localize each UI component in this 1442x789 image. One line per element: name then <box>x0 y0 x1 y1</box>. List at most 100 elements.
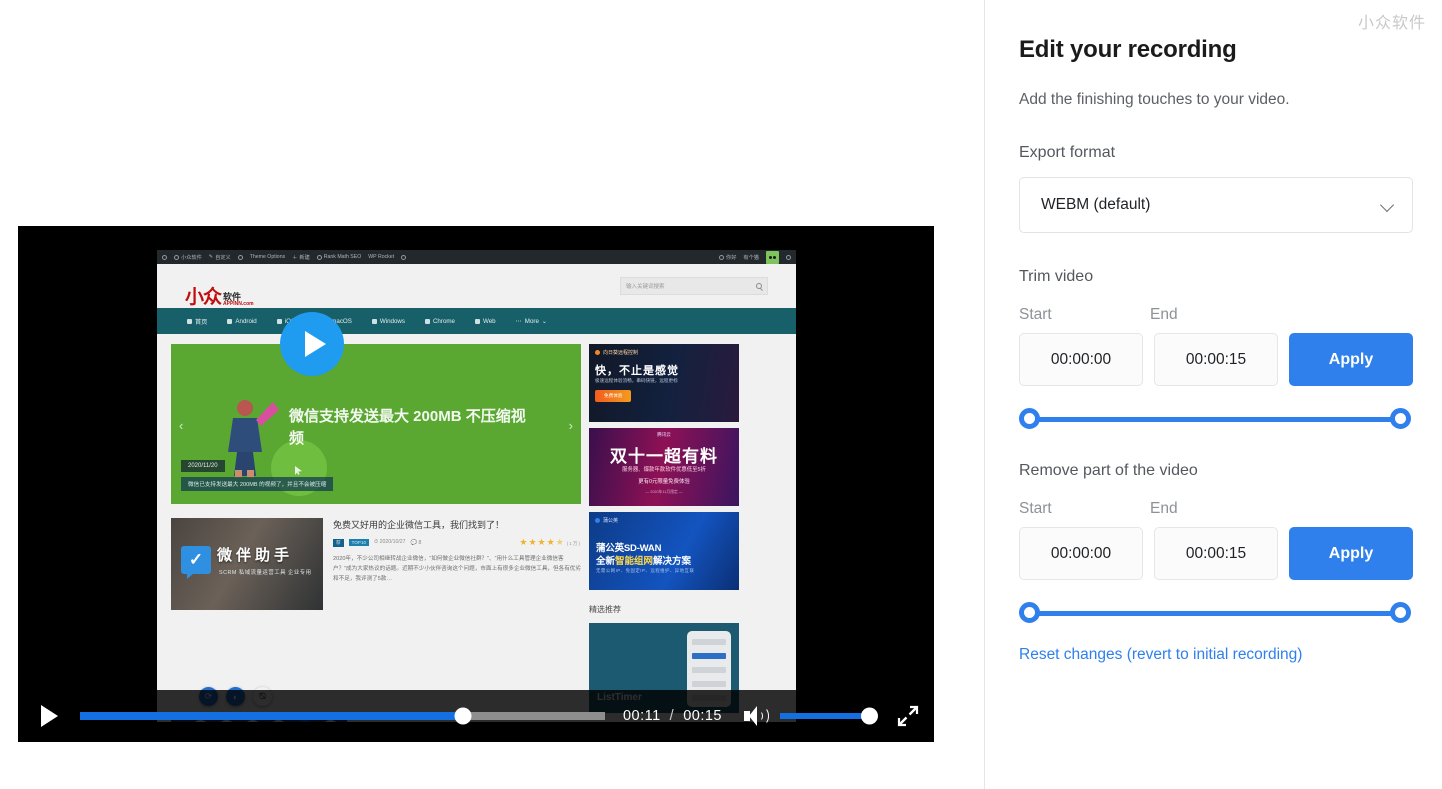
remove-end-input[interactable]: 00:00:15 <box>1154 527 1278 580</box>
volume-handle[interactable] <box>861 707 878 725</box>
trim-end-label: End <box>1150 306 1178 323</box>
trim-apply-button[interactable]: Apply <box>1289 333 1413 386</box>
export-format-select[interactable]: WEBM (default) <box>1019 177 1413 233</box>
nav-item-chrome[interactable]: Chrome <box>424 318 455 325</box>
trim-video-label: Trim video <box>1019 268 1094 285</box>
admin-search-icon <box>786 254 791 260</box>
remove-range-slider[interactable] <box>1019 602 1411 624</box>
edit-recording-panel: 小众软件 Edit your recording Add the finishi… <box>985 0 1442 789</box>
nav-item-web[interactable]: Web <box>474 318 496 325</box>
fullscreen-glyph <box>897 705 919 727</box>
thumb-subtitle: SCRM 私域流量运营工具 企业专用 <box>219 570 312 576</box>
ad-line-2: 更有0元限量免费体验 <box>638 479 690 485</box>
play-icon <box>305 331 326 357</box>
article-excerpt: 2020年，不少公司相继转战企业微信，“如何做企业微信社群？”、“用什么工具管理… <box>333 556 581 582</box>
page-title: Edit your recording <box>1019 36 1237 63</box>
trim-field-headers: Start End <box>1019 306 1442 324</box>
carousel-prev-icon[interactable]: ‹ <box>179 418 183 433</box>
site-body: 微信支持发送最大 200MB 不压缩视频 2020/11/20 微信已支持发送最… <box>157 334 796 713</box>
fullscreen-icon[interactable] <box>896 704 920 728</box>
hero-date-badge: 2020/11/20 <box>181 460 225 472</box>
export-format-label: Export format <box>1019 144 1116 161</box>
trim-range-end-handle[interactable] <box>1390 408 1411 429</box>
reset-changes-link[interactable]: Reset changes (revert to initial recordi… <box>1019 646 1302 664</box>
admin-wp-rocket: WP Rocket <box>368 254 395 260</box>
star-rating: ★★★★★ (1万) <box>519 537 581 547</box>
ad-banner-tencent[interactable]: 腾讯云 双十一超有料 服务器、爆款年款软件优惠低至5折 更有0元限量免费体验 —… <box>589 428 739 506</box>
volume-slider[interactable] <box>780 707 878 725</box>
nav-item-more[interactable]: ⋯ More ⌄ <box>516 318 547 325</box>
remove-range-start-handle[interactable] <box>1019 602 1040 623</box>
ad-headline-1: 蒲公英SD-WAN <box>596 543 662 554</box>
ad-banner-pgyvpn[interactable]: 蒲公英 蒲公英SD-WAN 全新智能组网解决方案 无需公网IP、免固定IP、远程… <box>589 512 739 590</box>
ad-headline: 双十一超有料 <box>610 447 718 466</box>
ad-cta-button[interactable]: 免费体验 <box>595 390 632 402</box>
play-pause-button[interactable] <box>32 699 66 733</box>
hero-caption: 微信已支持发送最大 200MB 的视频了，并且不会被压缩 <box>181 477 334 491</box>
remove-part-label: Remove part of the video <box>1019 462 1198 479</box>
check-icon: ✓ <box>181 546 211 579</box>
carousel-next-icon[interactable]: › <box>569 418 573 433</box>
nav-item-windows[interactable]: Windows <box>371 318 405 325</box>
ad-banner-sunlogin[interactable]: 向日葵远程控制 快，不止是感觉 极速远程体验流畅，串码快链，远程更标 免费体验 <box>589 344 739 422</box>
site-search-input[interactable]: 输入关键词搜索 <box>620 277 768 295</box>
avatar <box>766 250 779 264</box>
ad-headline: 快，不止是感觉 <box>595 365 679 377</box>
trim-start-input[interactable]: 00:00:00 <box>1019 333 1143 386</box>
admin-comments-icon <box>237 254 243 260</box>
admin-rank-math: Rank Math SEO <box>316 254 361 260</box>
featured-heading: 精选推荐 <box>589 605 621 614</box>
ad-headline-2: 全新智能组网解决方案 <box>596 556 692 567</box>
play-icon <box>40 705 58 727</box>
nav-item-home[interactable]: 首页 <box>187 317 207 326</box>
article-thumbnail: ✓ 微伴助手 SCRM 私域流量运营工具 企业专用 <box>171 518 323 610</box>
remove-start-label: Start <box>1019 500 1052 517</box>
admin-new: ＋ 新建 <box>292 254 310 261</box>
article-date: ⏱ 2020/10/27 <box>374 539 406 545</box>
trim-range-start-handle[interactable] <box>1019 408 1040 429</box>
trim-start-label: Start <box>1019 306 1052 323</box>
admin-extra-icon <box>401 254 407 260</box>
remove-field-headers: Start End <box>1019 500 1442 518</box>
nav-item-android[interactable]: Android <box>227 318 257 325</box>
video-center-play-button[interactable] <box>280 312 344 376</box>
ad-subtext: 极速远程体验流畅，串码快链，远程更标 <box>595 378 678 383</box>
trim-controls-row: 00:00:00 00:00:15 Apply <box>1019 333 1442 386</box>
site-main-column: 微信支持发送最大 200MB 不压缩视频 2020/11/20 微信已支持发送最… <box>171 344 581 713</box>
admin-site-name: 小众软件 <box>174 254 202 261</box>
chevron-down-icon <box>1381 198 1395 212</box>
ad-brand: 腾讯云 <box>657 432 671 437</box>
seek-handle[interactable] <box>454 707 472 725</box>
recorded-screen-content: 小众软件 ✎ 自定义 Theme Options ＋ 新建 Rank Math … <box>157 250 796 722</box>
admin-greeting: 你好 <box>719 254 736 261</box>
trim-range-slider[interactable] <box>1019 408 1411 430</box>
ad-line-1: 服务器、爆款年款软件优惠低至5折 <box>622 467 706 473</box>
export-format-value: WEBM (default) <box>1041 196 1151 213</box>
ad-brand: 蒲公英 <box>595 517 618 524</box>
video-frame[interactable]: 小众软件 ✎ 自定义 Theme Options ＋ 新建 Rank Math … <box>18 226 934 742</box>
remove-start-input[interactable]: 00:00:00 <box>1019 527 1143 580</box>
site-nav: 首页 Android iOS ⌄ macOS Windows Chrome We… <box>157 308 796 334</box>
volume-high-icon[interactable] <box>744 705 769 727</box>
seek-bar[interactable] <box>80 707 605 725</box>
watermark: 小众软件 <box>1357 13 1426 32</box>
article-title[interactable]: 免费又好用的企业微信工具，我们找到了！ <box>333 518 581 531</box>
hero-slider[interactable]: 微信支持发送最大 200MB 不压缩视频 2020/11/20 微信已支持发送最… <box>171 344 581 504</box>
trim-range-track <box>1028 417 1402 422</box>
article-list-item[interactable]: ✓ 微伴助手 SCRM 私域流量运营工具 企业专用 免费又好用的企业微信工具，我… <box>171 518 581 610</box>
duration: 00:15 <box>683 708 722 724</box>
article-tags-row: 荐 TOP10 ⏱ 2020/10/27 💬 8 ★★★★★ (1万) <box>333 537 581 548</box>
article-meta: 免费又好用的企业微信工具，我们找到了！ 荐 TOP10 ⏱ 2020/10/27… <box>333 518 581 610</box>
remove-range-end-handle[interactable] <box>1390 602 1411 623</box>
ad-line-3: — 2020年11月限定 — <box>645 490 683 494</box>
logo-domain: APPINN.com <box>223 300 254 307</box>
trim-end-input[interactable]: 00:00:15 <box>1154 333 1278 386</box>
rating-count: (1万) <box>566 541 581 546</box>
site-logo[interactable]: 小众 软件 APPINN.com <box>185 266 254 307</box>
remove-range-track <box>1028 611 1402 616</box>
video-player-pane: 小众软件 ✎ 自定义 Theme Options ＋ 新建 Rank Math … <box>0 0 985 789</box>
site-header: 小众 软件 APPINN.com 输入关键词搜索 <box>157 264 796 308</box>
tag-top10: TOP10 <box>348 539 370 546</box>
current-time: 00:11 <box>622 708 661 724</box>
remove-apply-button[interactable]: Apply <box>1289 527 1413 580</box>
